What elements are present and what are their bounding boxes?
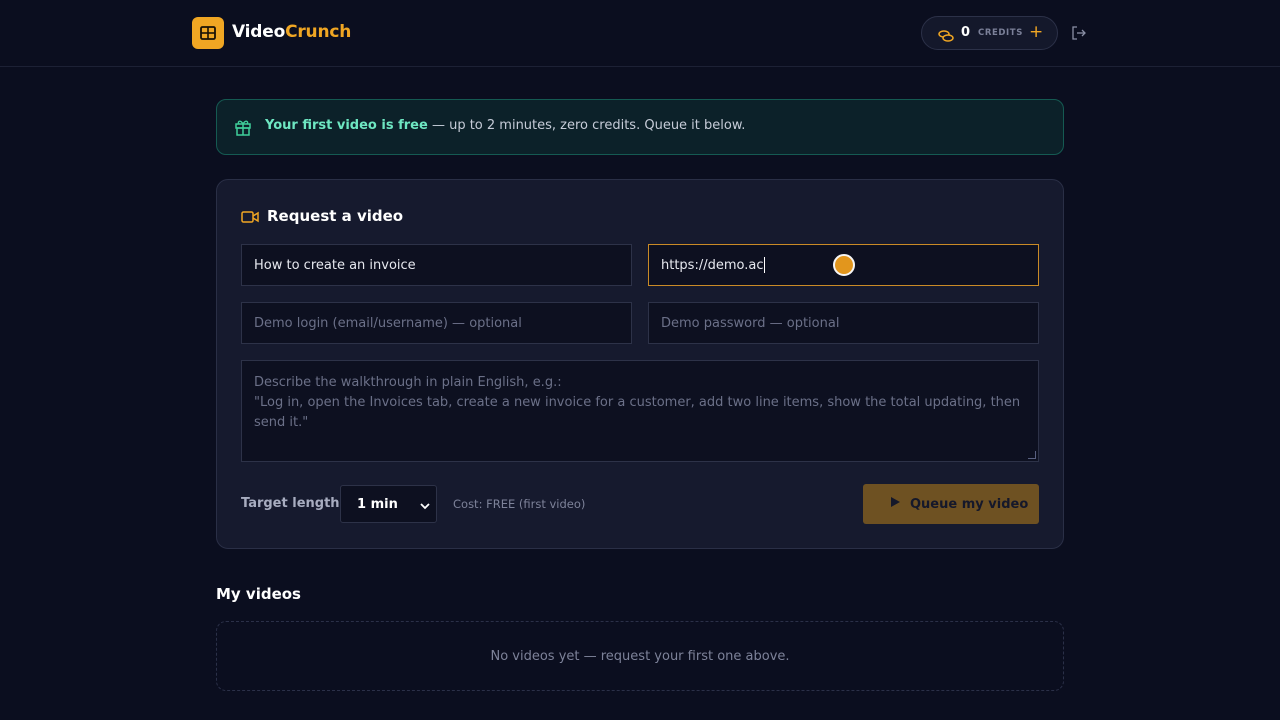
empty-state-text: No videos yet — request your first one a…	[490, 648, 790, 664]
text-caret	[764, 257, 766, 273]
description-placeholder-line1: Describe the walkthrough in plain Englis…	[254, 375, 562, 390]
brand-part-crunch: Crunch	[285, 22, 352, 42]
add-credits-button[interactable]: +	[1029, 22, 1043, 42]
coins-icon	[938, 27, 954, 46]
brand-part-video: Video	[232, 22, 286, 42]
cost-text: Cost: FREE (first video)	[453, 497, 586, 511]
queue-video-label: Queue my video	[910, 496, 1029, 512]
target-length-label: Target length:	[241, 496, 345, 511]
demo-login-placeholder: Demo login (email/username) — optional	[254, 315, 522, 331]
free-video-banner: Your first video is free — up to 2 minut…	[216, 99, 1064, 155]
chevron-down-icon	[420, 499, 430, 514]
description-placeholder-line2: "Log in, open the Invoices tab, create a…	[254, 395, 1021, 430]
video-title-input[interactable]: How to create an invoice	[241, 244, 632, 286]
film-logo-icon[interactable]	[192, 17, 224, 49]
banner-bold-text: Your first video is free	[265, 118, 428, 133]
video-title-value: How to create an invoice	[254, 257, 416, 273]
app-url-value: https://demo.ac	[661, 257, 764, 273]
credits-label: CREDITS	[978, 28, 1023, 38]
target-length-select[interactable]: 1 min	[340, 485, 437, 523]
walkthrough-description-textarea[interactable]: Describe the walkthrough in plain Englis…	[241, 360, 1039, 462]
banner-text: Your first video is free — up to 2 minut…	[265, 118, 745, 133]
credits-pill[interactable]: 0 CREDITS +	[921, 16, 1058, 50]
my-videos-empty-state: No videos yet — request your first one a…	[216, 621, 1064, 691]
brand-name[interactable]: VideoCrunch	[232, 22, 351, 42]
play-icon	[890, 496, 901, 512]
banner-rest-text: — up to 2 minutes, zero credits. Queue i…	[427, 118, 746, 133]
demo-password-placeholder: Demo password — optional	[661, 315, 840, 331]
request-video-title: Request a video	[267, 207, 404, 225]
mouse-cursor-indicator	[833, 254, 855, 276]
resize-handle[interactable]	[1028, 451, 1036, 459]
gift-icon	[234, 118, 252, 140]
target-length-value: 1 min	[357, 496, 398, 512]
video-camera-icon	[241, 209, 259, 228]
my-videos-heading: My videos	[216, 585, 301, 603]
top-bar: VideoCrunch 0 CREDITS +	[0, 0, 1280, 67]
demo-login-input[interactable]: Demo login (email/username) — optional	[241, 302, 632, 344]
logout-icon[interactable]	[1071, 25, 1087, 45]
credits-count: 0	[961, 25, 971, 40]
demo-password-input[interactable]: Demo password — optional	[648, 302, 1039, 344]
queue-video-button[interactable]: Queue my video	[863, 484, 1039, 524]
